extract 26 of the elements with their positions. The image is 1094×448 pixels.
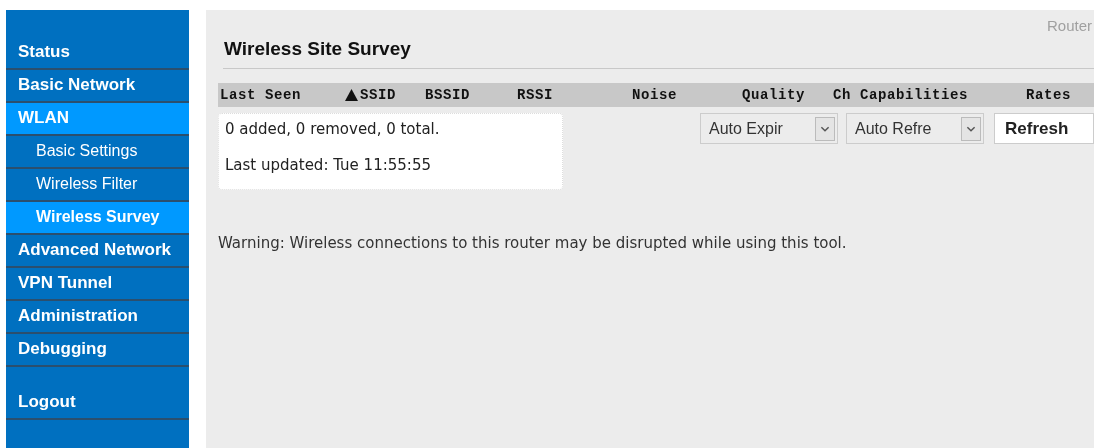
expire-select[interactable]: Auto Expir — [700, 113, 838, 144]
column-header[interactable]: Capabilities — [860, 87, 969, 103]
refresh-button[interactable]: Refresh — [994, 113, 1094, 144]
sidebar-item[interactable]: VPN Tunnel — [6, 268, 189, 301]
status-summary: 0 added, 0 removed, 0 total. — [225, 120, 440, 138]
column-header[interactable]: Quality — [742, 87, 805, 103]
caret-icon — [815, 116, 835, 141]
sidebar-item[interactable]: Basic Settings — [6, 136, 189, 169]
sidebar-item[interactable]: Advanced Network — [6, 235, 189, 268]
refresh-interval-select[interactable]: Auto Refre — [846, 113, 984, 144]
column-header[interactable]: Rates — [1026, 87, 1071, 103]
warning-text: Warning: Wireless connections to this router may be disrupted while using this tool. — [218, 234, 847, 252]
column-header[interactable]: Ch — [833, 87, 851, 103]
caret-icon — [961, 116, 981, 141]
sidebar-item[interactable]: Debugging — [6, 334, 189, 367]
column-header[interactable]: BSSID — [425, 87, 470, 103]
sidebar-item[interactable]: Status — [6, 37, 189, 70]
header-text: Router — [1046, 17, 1092, 34]
column-header[interactable]: Last Seen — [220, 87, 301, 103]
page-title: Wireless Site Survey — [224, 38, 411, 61]
last-updated-text: Last updated: Tue 11:55:55 — [225, 156, 431, 174]
sidebar-item[interactable]: Administration — [6, 301, 189, 334]
logout-link[interactable]: Logout — [6, 387, 189, 420]
column-header[interactable]: RSSI — [517, 87, 553, 103]
column-header[interactable]: SSID — [360, 87, 396, 103]
column-header[interactable]: Noise — [632, 87, 677, 103]
